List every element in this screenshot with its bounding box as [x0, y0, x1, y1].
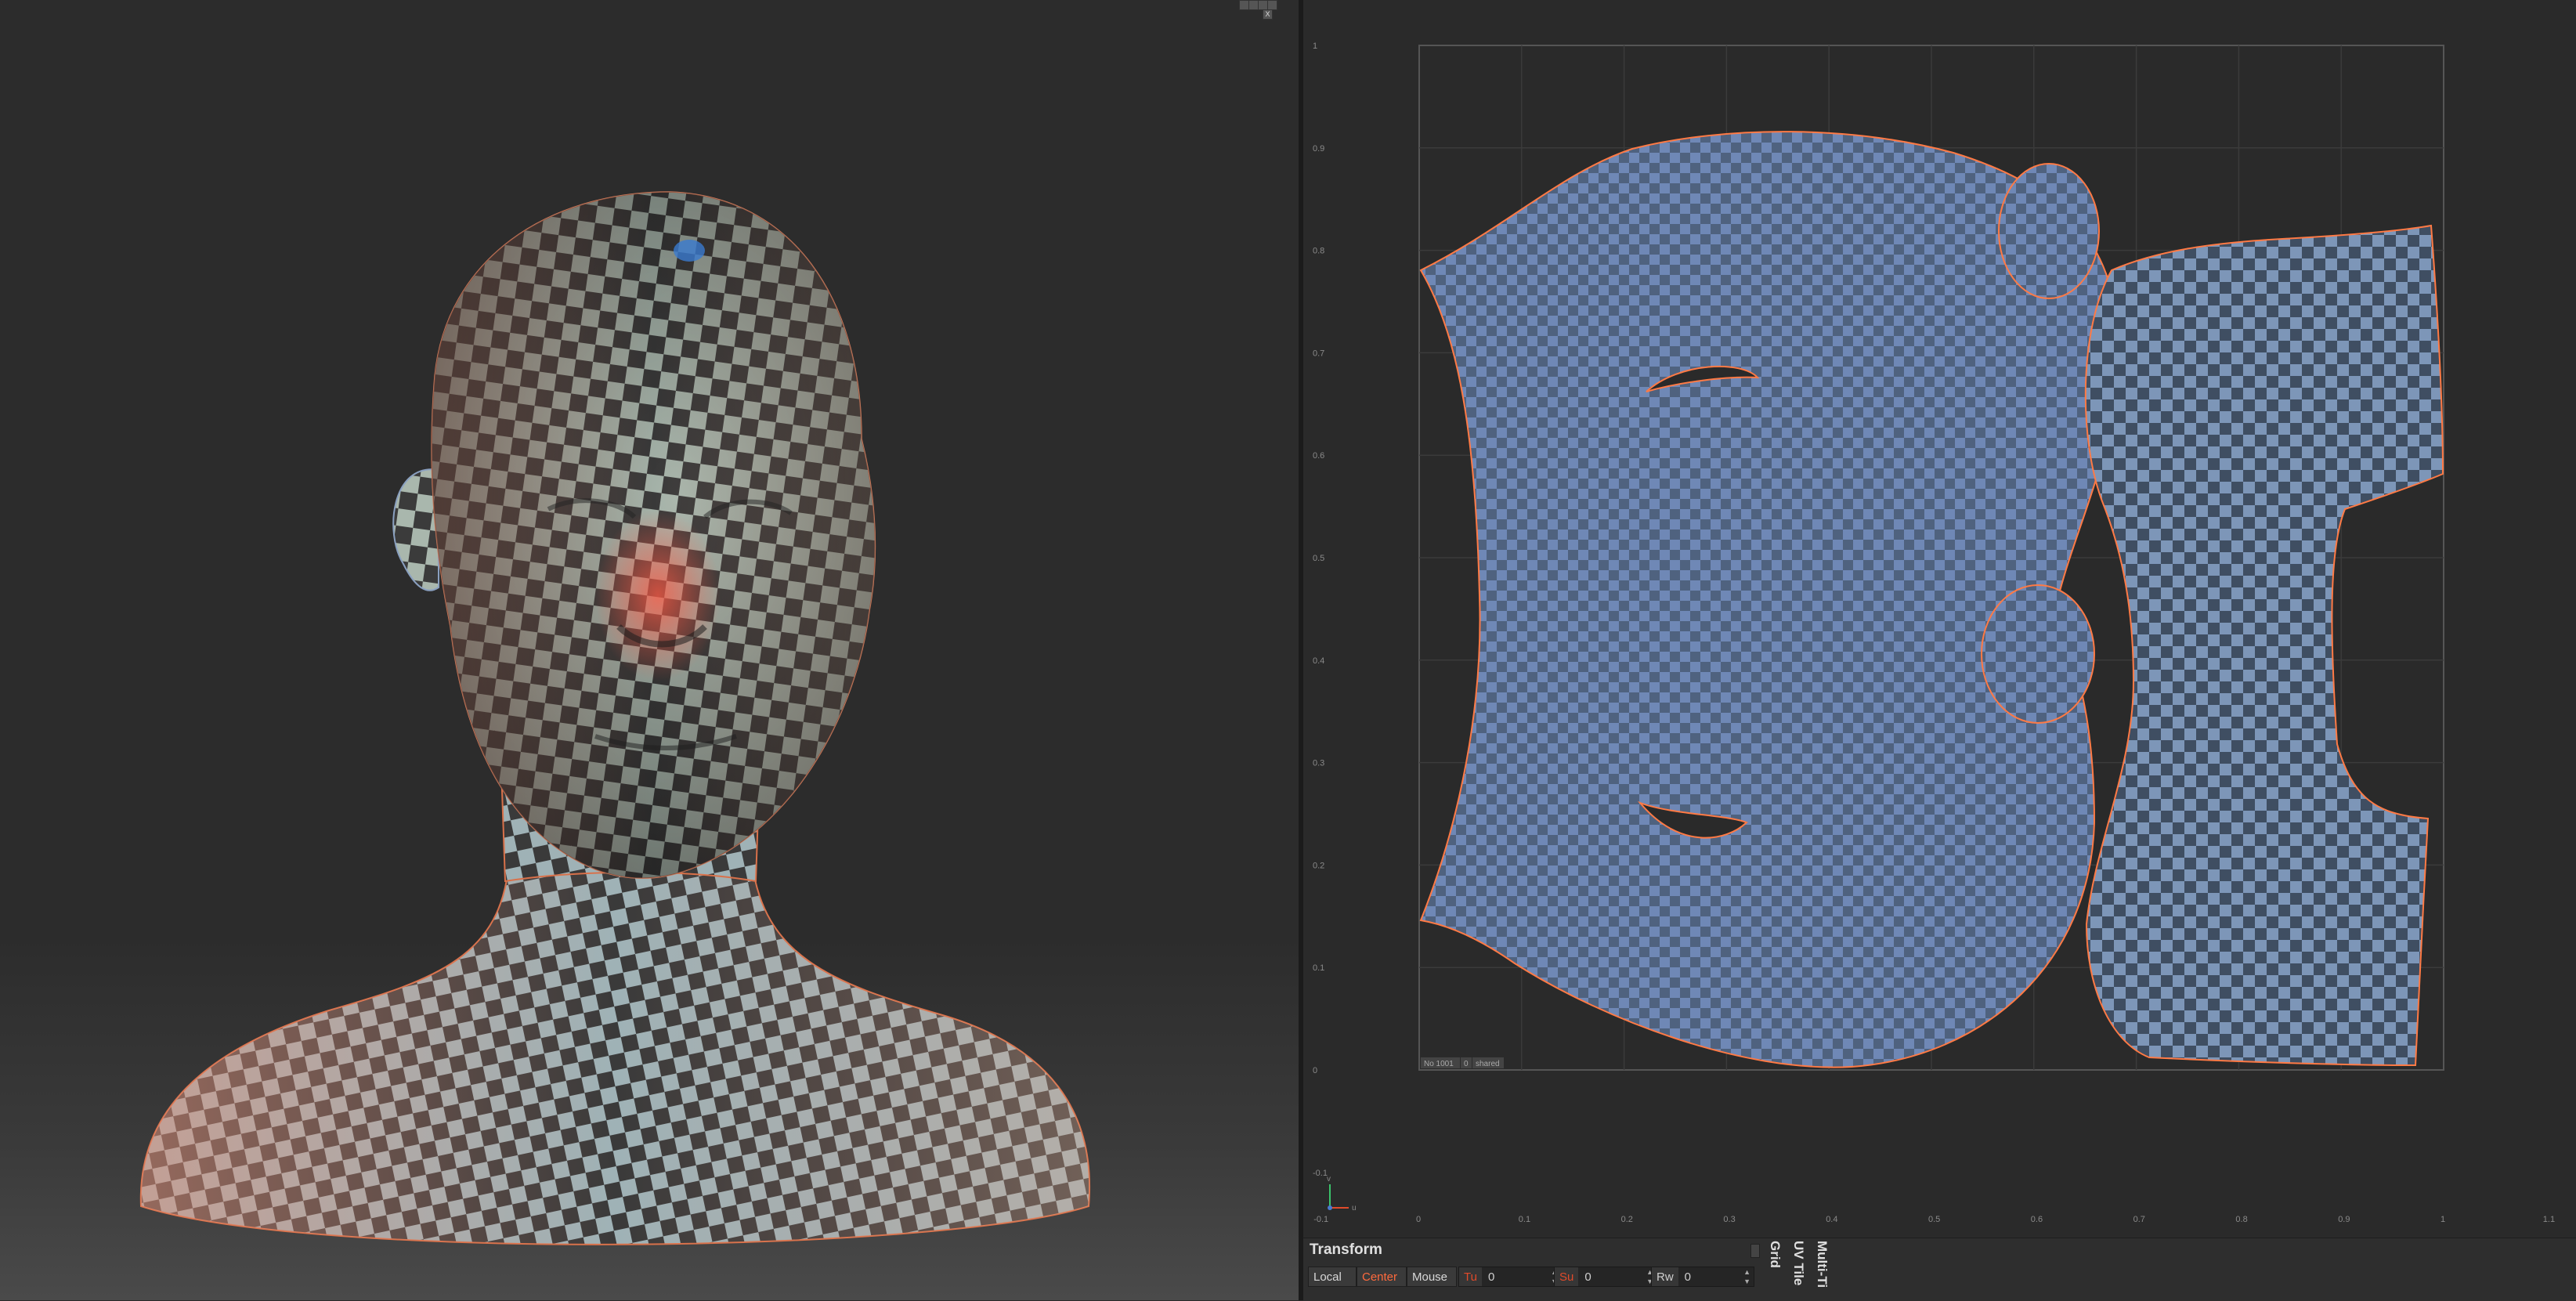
u-tick-label: 0.2 [1621, 1215, 1633, 1224]
su-field[interactable]: Su 0 ▲ ▼ [1554, 1267, 1657, 1287]
3d-viewport[interactable] [0, 0, 1299, 1300]
head-model[interactable] [0, 0, 1299, 1300]
tab-uv-tile[interactable]: UV Tile [1790, 1241, 1806, 1285]
tu-field[interactable]: Tu0 ▲▼ [1458, 1267, 1562, 1287]
pin-icon[interactable] [1750, 1244, 1760, 1258]
tab-grid[interactable]: Grid [1767, 1241, 1783, 1268]
tu-label: Tu [1459, 1267, 1482, 1286]
transform-panel: Transform Local Center Mouse Tu0 ▲▼ Su0 … [1303, 1238, 2576, 1301]
gizmo-v-label: v [1327, 1175, 1331, 1184]
tile-info-zero: 0 [1464, 1060, 1469, 1068]
transform-title: Transform [1310, 1241, 1382, 1258]
v-tick-label: 0.4 [1313, 656, 1324, 666]
rw-value[interactable]: 0 [1678, 1270, 1691, 1284]
v-tick-label: -0.1 [1313, 1169, 1328, 1178]
u-tick-label: 0.9 [2338, 1215, 2350, 1224]
u-tick-label: 0.5 [1928, 1215, 1940, 1224]
uv-gizmo-icon: u v [1327, 1175, 1357, 1212]
center-button[interactable]: Center [1357, 1267, 1407, 1287]
uv-canvas[interactable]: 1 0.9 0.8 0.7 0.6 0.5 0.4 0.3 0.2 0.1 0 -0.1 -0.1 0 0… [1303, 0, 2576, 1238]
uv-shell-neck [2084, 224, 2444, 1067]
tile-info-number: No 1001 [1424, 1060, 1454, 1068]
u-tick-label: 0.1 [1519, 1215, 1530, 1224]
u-tick-label: 0 [1416, 1215, 1421, 1224]
rw-label: Rw [1652, 1267, 1678, 1286]
v-tick-label: 0.9 [1313, 144, 1324, 154]
u-tick-label: 0.7 [2133, 1215, 2145, 1224]
v-tick-label: 1 [1313, 42, 1317, 51]
v-tick-label: 0.3 [1313, 759, 1324, 768]
v-tick-label: 0.2 [1313, 861, 1324, 870]
uv-shell-small-top [1998, 163, 2100, 299]
v-tick-label: 0.1 [1313, 963, 1324, 973]
u-tick-label: 0.3 [1723, 1215, 1735, 1224]
v-tick-label: 0.7 [1313, 349, 1324, 358]
local-button[interactable]: Local [1308, 1267, 1357, 1287]
u-tick-label: 0.8 [2235, 1215, 2247, 1224]
rw-spinner-icon[interactable]: ▲ ▼ [1743, 1267, 1750, 1286]
u-tick-label: 0.4 [1826, 1215, 1837, 1224]
gizmo-u-label: u [1352, 1204, 1357, 1212]
su-label: Su [1555, 1267, 1579, 1286]
v-tick-label: 0 [1313, 1066, 1317, 1075]
v-tick-label: 0.8 [1313, 247, 1324, 256]
u-tick-label: 0.6 [2031, 1215, 2043, 1224]
su-value[interactable]: 0 [1578, 1270, 1591, 1284]
v-tick-label: 0.6 [1313, 451, 1324, 461]
close-icon[interactable]: X [1263, 9, 1273, 20]
v-tick-label: 0.5 [1313, 554, 1324, 563]
uv-shell-small-mid [1981, 584, 2095, 724]
tile-info-shared: shared [1476, 1060, 1500, 1068]
u-tick-label: 1.1 [2543, 1215, 2555, 1224]
tab-multi-tile[interactable]: Multi-Ti [1814, 1241, 1830, 1288]
u-tick-label: 1 [2441, 1215, 2445, 1224]
uv-editor-viewport[interactable]: 1 0.9 0.8 0.7 0.6 0.5 0.4 0.3 0.2 0.1 0 -0.1 -0.1 0 0… [1303, 0, 2576, 1238]
rw-field[interactable]: Rw 0 ▲ ▼ [1651, 1267, 1754, 1287]
tu-value[interactable]: 0 [1482, 1270, 1494, 1284]
u-tick-label: -0.1 [1313, 1215, 1328, 1224]
mouse-button[interactable]: Mouse [1407, 1267, 1457, 1287]
